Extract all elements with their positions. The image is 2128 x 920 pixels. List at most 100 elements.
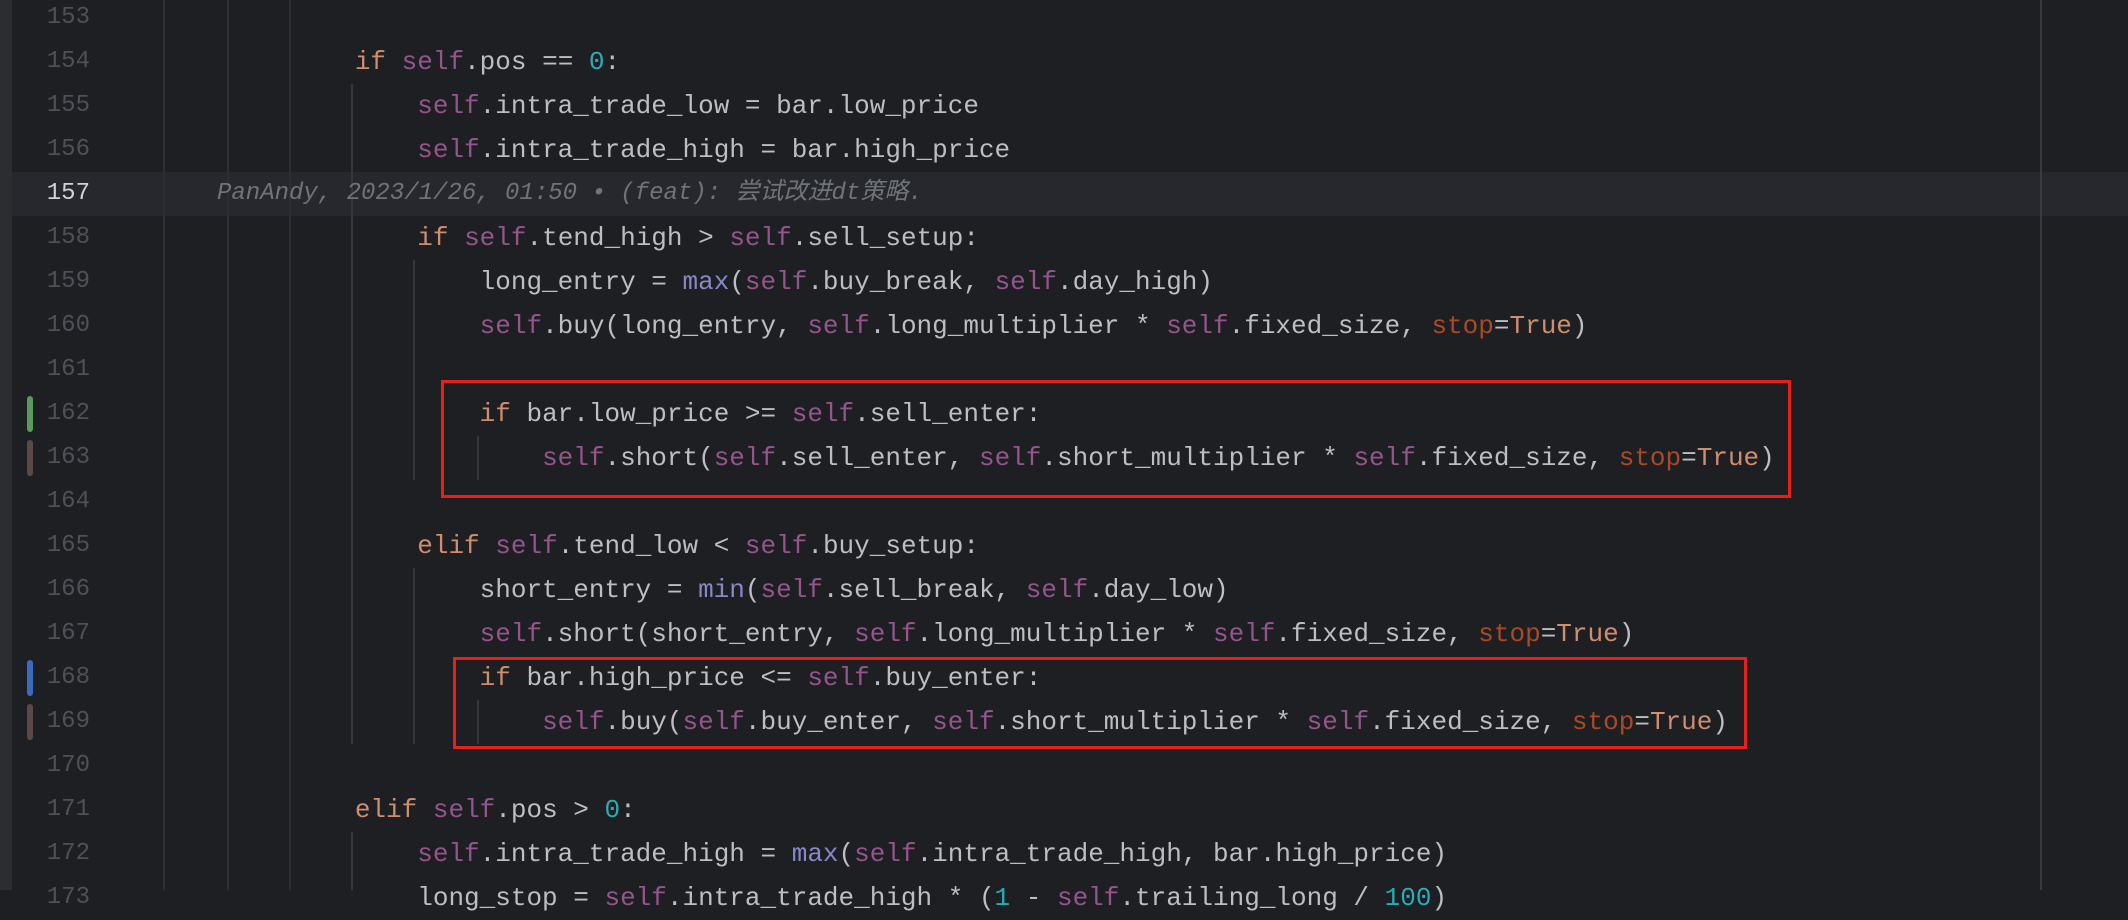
- token-plain: (: [744, 575, 761, 606]
- line-number[interactable]: 157: [20, 172, 90, 216]
- code-line[interactable]: 170: [0, 744, 2128, 788]
- change-marker-modified[interactable]: [27, 660, 33, 697]
- change-marker-added[interactable]: [27, 395, 33, 432]
- line-number[interactable]: 155: [20, 84, 90, 128]
- token-plain: .day_low): [1088, 575, 1229, 606]
- token-self: self: [479, 619, 543, 650]
- code-text: if self.tend_high > self.sell_setup:: [230, 216, 979, 260]
- git-blame-annotation[interactable]: PanAndy, 2023/1/26, 01:50 • (feat): 尝试改进…: [217, 172, 923, 216]
- token-plain: .buy(long_entry,: [542, 310, 808, 341]
- code-line[interactable]: 160 self.buy(long_entry, self.long_multi…: [0, 304, 2128, 348]
- token-builtin: max: [791, 839, 839, 870]
- token-plain: .intra_trade_high =: [479, 839, 792, 870]
- token-num: 0: [604, 795, 621, 826]
- code-line[interactable]: 158 if self.tend_high > self.sell_setup:: [0, 216, 2128, 260]
- token-plain: ): [1571, 310, 1588, 341]
- code-text: long_entry = max(self.buy_break, self.da…: [230, 260, 1213, 304]
- code-line[interactable]: 154 if self.pos == 0:: [0, 40, 2128, 84]
- code-line[interactable]: 156 self.intra_trade_high = bar.high_pri…: [0, 128, 2128, 172]
- token-plain: (: [729, 266, 745, 297]
- token-self: self: [495, 531, 558, 562]
- token-plain: .tend_high >: [526, 222, 730, 253]
- token-plain: .long_multiplier *: [869, 310, 1167, 341]
- line-number[interactable]: 171: [20, 788, 90, 832]
- token-plain: =: [1493, 310, 1510, 341]
- code-line[interactable]: 172 self.intra_trade_high = max(self.int…: [0, 832, 2128, 876]
- token-kw: elif: [417, 531, 480, 562]
- code-text: if self.pos == 0:: [230, 40, 620, 84]
- token-self: self: [729, 222, 792, 253]
- token-builtin: min: [698, 575, 745, 606]
- token-kw: True: [1509, 310, 1572, 341]
- code-line[interactable]: 159 long_entry = max(self.buy_break, sel…: [0, 260, 2128, 304]
- token-plain: .day_high): [1056, 266, 1214, 297]
- code-text: elif self.tend_low < self.buy_setup:: [230, 524, 979, 568]
- token-plain: .sell_setup:: [791, 222, 979, 253]
- token-plain: .buy_break,: [807, 266, 995, 297]
- code-text: self.intra_trade_high = bar.high_price: [230, 128, 1010, 172]
- token-plain: ): [1431, 883, 1448, 914]
- token-plain: .tend_low <: [557, 531, 745, 562]
- change-marker-changed[interactable]: [27, 440, 33, 476]
- code-line[interactable]: 155 self.intra_trade_low = bar.low_price: [0, 84, 2128, 128]
- token-plain: long_entry =: [479, 266, 683, 297]
- line-number[interactable]: 154: [20, 40, 90, 84]
- token-plain: .intra_trade_high, bar.high_price): [916, 839, 1448, 870]
- code-line[interactable]: 157 PanAndy, 2023/1/26, 01:50 • (feat): 尝…: [0, 172, 2128, 216]
- token-plain: .intra_trade_low = bar.low_price: [479, 90, 979, 121]
- token-plain: short_entry =: [479, 575, 699, 606]
- token-plain: .pos ==: [464, 46, 589, 77]
- token-num: 1: [994, 883, 1011, 914]
- token-self: self: [1213, 619, 1276, 650]
- line-number[interactable]: 164: [20, 480, 90, 524]
- token-plain: =: [1540, 619, 1557, 650]
- line-number[interactable]: 160: [20, 304, 90, 348]
- line-number[interactable]: 165: [20, 524, 90, 568]
- token-kw: elif: [354, 795, 418, 826]
- token-self: self: [760, 575, 823, 606]
- token-self: self: [417, 90, 480, 121]
- token-builtin: max: [682, 266, 730, 297]
- highlight-box-sell-enter: [441, 380, 1791, 498]
- token-self: self: [401, 46, 465, 77]
- token-plain: .intra_trade_high = bar.high_price: [479, 134, 1011, 165]
- token-param: stop: [1431, 310, 1494, 341]
- token-self: self: [854, 619, 917, 650]
- code-text: self.intra_trade_high = max(self.intra_t…: [230, 832, 1447, 876]
- token-self: self: [432, 795, 496, 826]
- token-self: self: [464, 222, 527, 253]
- line-number[interactable]: 156: [20, 128, 90, 172]
- line-number[interactable]: 172: [20, 832, 90, 876]
- token-kw: if: [354, 46, 387, 77]
- line-number[interactable]: 170: [20, 744, 90, 788]
- code-line[interactable]: 153: [0, 0, 2128, 40]
- token-self: self: [994, 266, 1057, 297]
- token-plain: :: [604, 46, 621, 77]
- code-line[interactable]: 167 self.short(short_entry, self.long_mu…: [0, 612, 2128, 656]
- token-self: self: [1056, 883, 1120, 914]
- code-line[interactable]: 173 long_stop = self.intra_trade_high * …: [0, 876, 2128, 920]
- line-number[interactable]: 173: [20, 876, 90, 920]
- token-plain: long_stop =: [417, 883, 605, 914]
- token-self: self: [807, 310, 870, 341]
- code-text: elif self.pos > 0:: [230, 788, 636, 832]
- code-text: self.intra_trade_low = bar.low_price: [230, 84, 979, 128]
- line-number[interactable]: 161: [20, 348, 90, 392]
- token-self: self: [479, 310, 543, 341]
- line-number[interactable]: 153: [20, 0, 90, 40]
- code-line[interactable]: 165 elif self.tend_low < self.buy_setup:: [0, 524, 2128, 568]
- code-line[interactable]: 166 short_entry = min(self.sell_break, s…: [0, 568, 2128, 612]
- token-plain: .fixed_size,: [1275, 619, 1479, 650]
- token-self: self: [744, 266, 808, 297]
- line-number[interactable]: 159: [20, 260, 90, 304]
- token-plain: .sell_break,: [822, 575, 1026, 606]
- token-plain: -: [1010, 883, 1057, 914]
- change-marker-changed[interactable]: [27, 704, 33, 741]
- line-number[interactable]: 158: [20, 216, 90, 260]
- line-number[interactable]: 167: [20, 612, 90, 656]
- token-self: self: [417, 839, 480, 870]
- code-line[interactable]: 171 elif self.pos > 0:: [0, 788, 2128, 832]
- line-number[interactable]: 166: [20, 568, 90, 612]
